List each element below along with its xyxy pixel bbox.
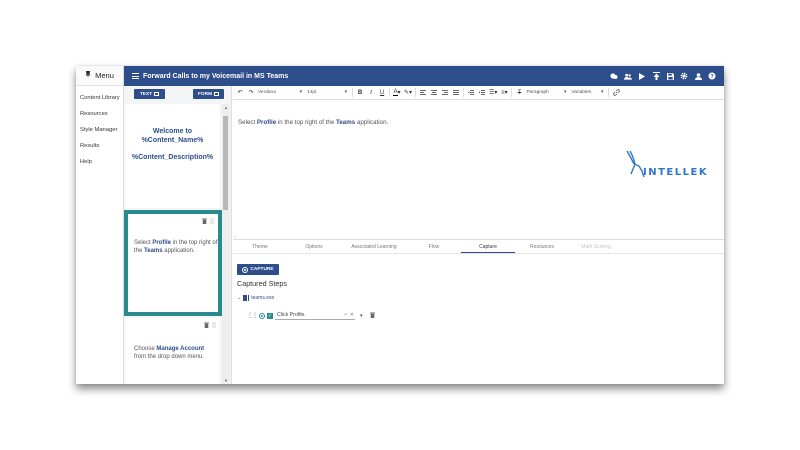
capture-button[interactable]: CAPTURE [237,264,279,275]
undo-icon[interactable]: ↶ [236,88,244,97]
tab-options[interactable]: Options [287,241,341,253]
highlight-icon[interactable]: ✎▾ [404,88,412,97]
text-color-icon[interactable]: A ▾ [393,88,401,97]
align-center-icon[interactable] [430,88,438,97]
indent-icon[interactable] [478,88,486,97]
play-icon[interactable] [638,72,646,80]
font-size-select[interactable]: 14pt ▾ [307,88,349,97]
publish-icon[interactable] [652,72,660,80]
numbered-list-icon[interactable]: ≡▾ [500,88,508,97]
menu-item-style-manager[interactable]: Style Manager [76,122,123,138]
slide-card-welcome[interactable]: Welcome to %Content_Name% %Content_Descr… [125,104,220,208]
slide-text: Choose Manage Account from the drop down… [134,346,205,360]
trash-icon[interactable] [369,312,375,320]
scroll-up-icon[interactable]: ▲ [223,105,229,110]
record-icon [242,266,249,273]
tab-resources[interactable]: Resources [515,241,569,253]
drag-handle-icon[interactable]: ⋮⋮ [247,312,258,319]
close-icon[interactable]: ✕ [350,312,354,318]
intellek-logo: INTELLEK [625,150,708,178]
step-radio[interactable] [259,312,265,319]
scrollbar-thumb[interactable] [223,116,228,210]
text-icon [154,92,160,96]
resize-handle-icon[interactable]: ⌟ [234,233,236,238]
confirm-icon[interactable]: ✓ [344,312,348,318]
help-icon[interactable]: ? [708,72,716,80]
chat-icon[interactable] [610,72,618,80]
app-node[interactable]: ⌄ teams.exe [237,295,274,301]
menu-title: Menu [95,71,114,80]
bullet-list-icon[interactable]: ☰▾ [489,88,497,97]
variables-select[interactable]: Variables ▾ [571,88,605,97]
users-icon[interactable] [624,72,632,80]
clear-format-icon[interactable]: T [515,88,523,97]
menu-item-results[interactable]: Results [76,138,123,154]
tab-theme[interactable]: Theme [233,241,287,253]
pin-icon [85,71,91,80]
text-tab-button[interactable]: TEXT [134,89,165,99]
menu-toggle[interactable]: Menu [76,66,123,86]
link-icon[interactable] [612,88,620,97]
antelope-icon [626,150,645,178]
bold-icon[interactable]: B [356,88,364,97]
captured-steps-title: Captured Steps [237,279,287,288]
settings-icon[interactable] [680,72,688,80]
content-name-var: %Content_Name% [141,136,204,144]
trash-icon[interactable] [204,322,209,330]
save-icon[interactable] [666,72,674,80]
formatting-toolbar: ↶ ↷ Verdana ▾ 14pt ▾ B I U A ▾ ✎▾ ☰▾ ≡▾ T P… [233,86,724,100]
captured-step-row: ⋮⋮ ✓ Click Profile. ✓ ✕ ▾ [247,311,375,320]
user-icon[interactable] [694,72,702,80]
tab-associated-learning[interactable]: Associated Learning [341,241,407,253]
drag-handle-icon[interactable] [212,322,216,330]
drag-handle-icon[interactable] [210,218,214,226]
step-text-input[interactable]: Click Profile. ✓ ✕ [275,311,355,320]
caret-down-icon[interactable]: ▾ [360,313,363,319]
italic-icon[interactable]: I [367,88,375,97]
menu-item-resources[interactable]: Resources [76,106,123,122]
align-right-icon[interactable] [441,88,449,97]
side-menu: Menu Content Library Resources Style Man… [76,66,124,384]
logo-text: INTELLEK [643,167,709,178]
underline-icon[interactable]: U [378,88,386,97]
tab-capture[interactable]: Capture [461,241,515,253]
app-grid-icon [243,295,250,301]
slide-card-selected[interactable]: Select Profile in the top right of the T… [124,210,222,316]
menu-item-help[interactable]: Help [76,154,123,170]
hamburger-icon[interactable] [132,73,139,79]
trash-icon[interactable] [202,218,207,226]
step-checkbox[interactable]: ✓ [267,312,273,319]
app-window: Menu Content Library Resources Style Man… [76,66,724,384]
justify-icon[interactable] [452,88,460,97]
tab-flow[interactable]: Flow [407,241,461,253]
slide-card[interactable]: Choose Manage Account from the drop down… [125,318,220,384]
slide-list: TEXT FORM Welcome to %Content_Name% %Con… [124,86,232,384]
welcome-line: Welcome to [152,128,193,135]
menu-item-content-library[interactable]: Content Library [76,90,123,106]
document-title: Forward Calls to my Voicemail in MS Team… [143,72,289,80]
editor-panel: ↶ ↷ Verdana ▾ 14pt ▾ B I U A ▾ ✎▾ ☰▾ ≡▾ T P… [233,86,724,384]
tab-math-scoring: Math Scoring [581,244,611,250]
slide-text: Select Profile in the top right of the T… [134,240,218,254]
slide-scrollbar[interactable]: ▲ ▼ [222,104,230,384]
redo-icon[interactable]: ↷ [247,88,255,97]
scroll-down-icon[interactable]: ▼ [223,378,229,383]
editor-text: Select Profile in the top right of the T… [238,119,389,126]
form-tab-button[interactable]: FORM [193,89,224,99]
font-select[interactable]: Verdana ▾ [258,88,304,97]
app-name: teams.exe [251,295,275,301]
property-tabs: Theme Options Associated Learning Flow C… [233,241,724,254]
content-description-var: %Content_Description% [131,154,214,161]
form-icon [214,92,220,96]
block-format-select[interactable]: Paragraph ▾ [526,88,568,97]
header-bar: Forward Calls to my Voicemail in MS Team… [124,66,724,86]
chevron-down-icon[interactable]: ⌄ [237,295,241,301]
outdent-icon[interactable] [467,88,475,97]
content-editor[interactable]: Select Profile in the top right of the T… [233,100,724,240]
align-left-icon[interactable] [419,88,427,97]
